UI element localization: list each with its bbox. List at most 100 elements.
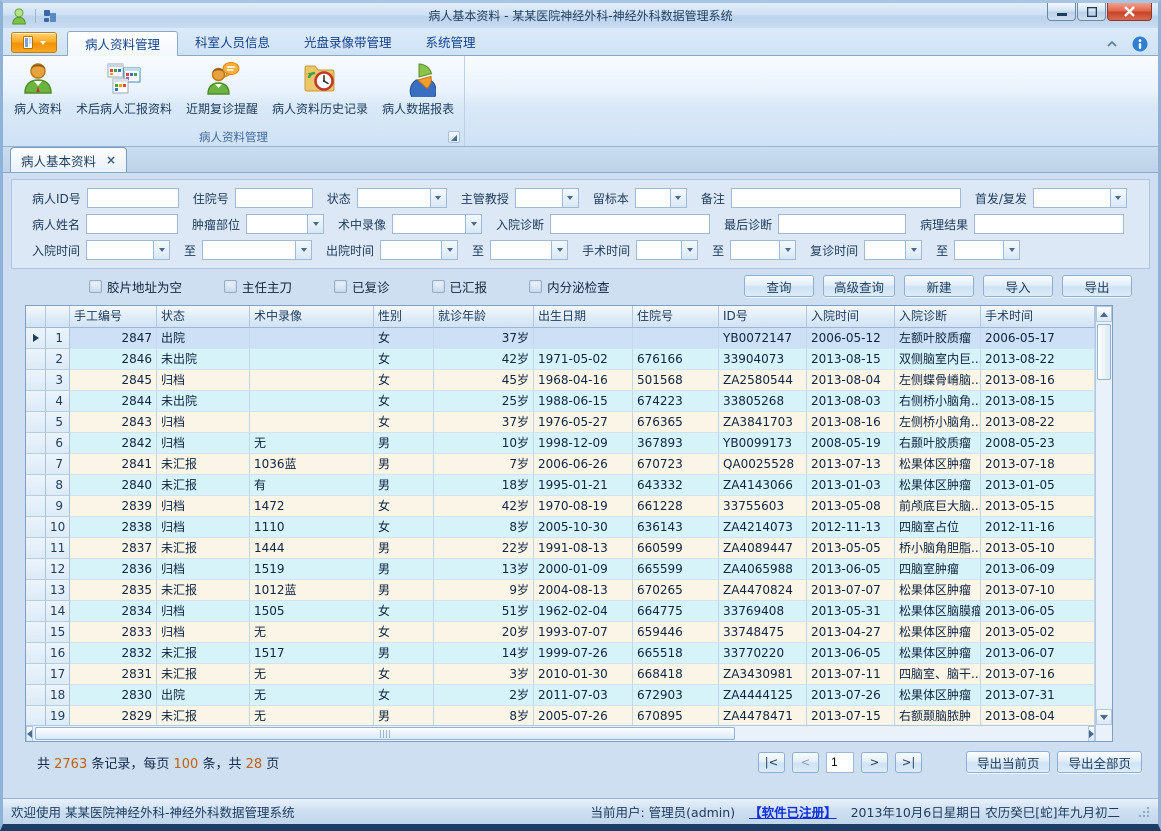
collapse-ribbon-icon[interactable] bbox=[1106, 40, 1118, 48]
license-link[interactable]: 【软件已注册】 bbox=[749, 802, 837, 821]
close-button[interactable] bbox=[1107, 3, 1152, 21]
column-header[interactable]: 住院号 bbox=[633, 306, 719, 328]
table-row[interactable]: 62842归档无男10岁1998-12-09367893YB0099173200… bbox=[26, 433, 1095, 454]
export-button[interactable]: 导出 bbox=[1062, 275, 1132, 297]
table-row[interactable]: 142834归档1505女51岁1962-02-0466477533769408… bbox=[26, 601, 1095, 622]
scroll-down-icon[interactable] bbox=[1096, 709, 1112, 725]
patient-id-input[interactable] bbox=[87, 188, 179, 208]
chevron-down-icon[interactable] bbox=[1110, 189, 1126, 207]
export-all-pages-button[interactable]: 导出全部页 bbox=[1057, 751, 1142, 773]
table-row[interactable]: 32845归档女45岁1968-04-16501568ZA25805442013… bbox=[26, 370, 1095, 391]
horizontal-scroll-thumb[interactable] bbox=[35, 727, 735, 740]
table-row[interactable]: 152833归档无女20岁1993-07-0765944633748475201… bbox=[26, 622, 1095, 643]
maximize-button[interactable] bbox=[1077, 3, 1106, 21]
first-recurrence-combo[interactable] bbox=[1033, 188, 1127, 208]
table-row[interactable]: 172831未汇报无女3岁2010-01-30668418ZA343098120… bbox=[26, 664, 1095, 685]
admission-date-to-combo[interactable] bbox=[202, 240, 312, 260]
column-header[interactable]: 性别 bbox=[374, 306, 434, 328]
surgery-video-combo[interactable] bbox=[392, 214, 482, 234]
new-button[interactable]: 新建 bbox=[904, 275, 974, 297]
first-page-button[interactable]: |< bbox=[758, 752, 785, 773]
status-combo[interactable] bbox=[357, 188, 447, 208]
table-row[interactable]: 132835未汇报1012蓝男9岁2004-08-13670265ZA44708… bbox=[26, 580, 1095, 601]
prev-page-button[interactable]: < bbox=[792, 752, 819, 773]
chevron-down-icon[interactable] bbox=[1003, 241, 1019, 259]
patient-name-input[interactable] bbox=[86, 214, 178, 234]
pathology-result-input[interactable] bbox=[974, 214, 1124, 234]
chevron-down-icon[interactable] bbox=[430, 189, 446, 207]
revisit-date-from-combo[interactable] bbox=[864, 240, 922, 260]
ribbon-button-revisit-reminder[interactable]: 近期复诊提醒 bbox=[179, 58, 265, 128]
discharge-date-to-combo[interactable] bbox=[490, 240, 568, 260]
ribbon-button-data-report[interactable]: 病人数据报表 bbox=[375, 58, 461, 128]
import-button[interactable]: 导入 bbox=[983, 275, 1053, 297]
chevron-down-icon[interactable] bbox=[670, 189, 686, 207]
vertical-scroll-track[interactable] bbox=[1096, 382, 1112, 709]
horizontal-scroll-track[interactable] bbox=[737, 726, 1088, 741]
checkbox-chief-surgeon[interactable]: 主任主刀 bbox=[224, 277, 292, 296]
table-row[interactable]: 12847出院女37岁YB00721472006-05-12左额叶胶质瘤2006… bbox=[26, 328, 1095, 349]
scroll-up-icon[interactable] bbox=[1096, 306, 1112, 322]
table-row[interactable]: 192829未汇报无男8岁2005-07-26670895ZA447847120… bbox=[26, 706, 1095, 725]
column-header[interactable]: 手术时间 bbox=[981, 306, 1095, 328]
column-header[interactable]: ID号 bbox=[719, 306, 807, 328]
chevron-down-icon[interactable] bbox=[905, 241, 921, 259]
resize-grip[interactable] bbox=[1138, 806, 1150, 818]
chevron-down-icon[interactable] bbox=[307, 215, 323, 233]
table-row[interactable]: 162832未汇报1517男14岁1999-07-266655183377022… bbox=[26, 643, 1095, 664]
column-header[interactable] bbox=[46, 306, 70, 328]
last-page-button[interactable]: >| bbox=[895, 752, 922, 773]
scroll-right-icon[interactable] bbox=[1088, 726, 1095, 741]
tumor-site-combo[interactable] bbox=[246, 214, 324, 234]
revisit-date-to-combo[interactable] bbox=[954, 240, 1020, 260]
scroll-left-icon[interactable] bbox=[26, 726, 33, 741]
ribbon-button-history-records[interactable]: 病人资料历史记录 bbox=[265, 58, 375, 128]
column-header[interactable]: 手工编号 bbox=[70, 306, 157, 328]
discharge-date-from-combo[interactable] bbox=[380, 240, 458, 260]
export-current-page-button[interactable]: 导出当前页 bbox=[966, 751, 1051, 773]
chevron-down-icon[interactable] bbox=[779, 241, 795, 259]
chevron-down-icon[interactable] bbox=[153, 241, 169, 259]
horizontal-scrollbar[interactable] bbox=[26, 725, 1095, 741]
checkbox-endocrine-exam[interactable]: 内分泌检查 bbox=[529, 277, 610, 296]
ribbon-button-postop-report[interactable]: 术后病人汇报资料 bbox=[69, 58, 179, 128]
remark-input[interactable] bbox=[731, 188, 961, 208]
admission-diagnosis-input[interactable] bbox=[550, 214, 710, 234]
admission-date-from-combo[interactable] bbox=[86, 240, 170, 260]
column-header[interactable]: 就诊年龄 bbox=[434, 306, 534, 328]
advanced-query-button[interactable]: 高级查询 bbox=[823, 275, 895, 297]
column-header[interactable]: 出生日期 bbox=[534, 306, 633, 328]
checkbox-film-address-empty[interactable]: 胶片地址为空 bbox=[89, 277, 182, 296]
table-row[interactable]: 92839归档1472女42岁1970-08-19661228337556032… bbox=[26, 496, 1095, 517]
query-button[interactable]: 查询 bbox=[744, 275, 814, 297]
table-row[interactable]: 82840未汇报有男18岁1995-01-21643332ZA414306620… bbox=[26, 475, 1095, 496]
column-header[interactable]: 术中录像 bbox=[250, 306, 374, 328]
ribbon-tab-3[interactable]: 光盘录像带管理 bbox=[287, 30, 409, 55]
chevron-down-icon[interactable] bbox=[562, 189, 578, 207]
chevron-down-icon[interactable] bbox=[465, 215, 481, 233]
chevron-down-icon[interactable] bbox=[441, 241, 457, 259]
surgery-date-to-combo[interactable] bbox=[730, 240, 796, 260]
dialog-launcher-icon[interactable]: ◢ bbox=[448, 131, 460, 143]
table-row[interactable]: 182830出院无女2岁2011-07-03672903ZA4444125201… bbox=[26, 685, 1095, 706]
chevron-down-icon[interactable] bbox=[295, 241, 311, 259]
vertical-scrollbar[interactable] bbox=[1095, 306, 1112, 741]
ribbon-tab-2[interactable]: 科室人员信息 bbox=[178, 30, 287, 55]
ribbon-tab-1[interactable]: 病人资料管理 bbox=[67, 31, 178, 56]
vertical-scroll-thumb[interactable] bbox=[1097, 324, 1111, 380]
checkbox-reported[interactable]: 已汇报 bbox=[432, 277, 488, 296]
checkbox-revisited[interactable]: 已复诊 bbox=[334, 277, 390, 296]
table-row[interactable]: 52843归档女37岁1976-05-27676365ZA38417032013… bbox=[26, 412, 1095, 433]
ribbon-button-patient-data[interactable]: 病人资料 bbox=[7, 58, 69, 128]
next-page-button[interactable]: > bbox=[861, 752, 888, 773]
table-row[interactable]: 102838归档1110女8岁2005-10-30636143ZA4214073… bbox=[26, 517, 1095, 538]
column-header[interactable]: 入院诊断 bbox=[895, 306, 981, 328]
tab-close-icon[interactable]: × bbox=[106, 154, 116, 166]
column-header[interactable]: 状态 bbox=[157, 306, 250, 328]
table-row[interactable]: 112837未汇报1444男22岁1991-08-13660599ZA40894… bbox=[26, 538, 1095, 559]
page-number-input[interactable] bbox=[826, 752, 854, 773]
window-layout-icon[interactable] bbox=[40, 6, 60, 26]
final-diagnosis-input[interactable] bbox=[778, 214, 906, 234]
ribbon-tab-4[interactable]: 系统管理 bbox=[409, 30, 493, 55]
chevron-down-icon[interactable] bbox=[551, 241, 567, 259]
